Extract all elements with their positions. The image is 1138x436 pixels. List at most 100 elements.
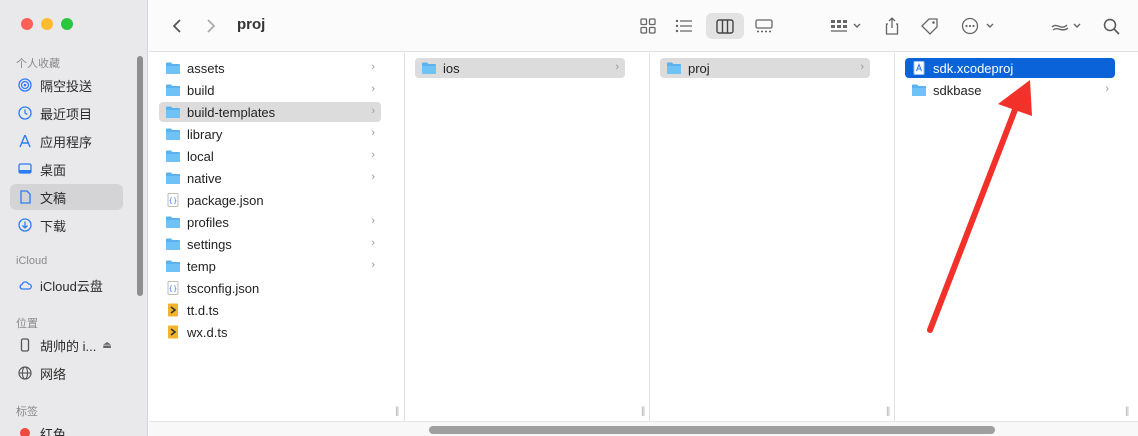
sidebar-item-label: 网络: [40, 366, 67, 382]
action-menu-button[interactable]: [959, 13, 999, 39]
column-resize-handle[interactable]: ||: [395, 406, 399, 417]
sidebar-item-label: 应用程序: [40, 134, 93, 150]
list-item[interactable]: ios ›: [415, 58, 625, 78]
ts-file-icon: [165, 303, 181, 317]
close-window-button[interactable]: [21, 18, 33, 30]
chevron-right-icon: ›: [371, 83, 375, 95]
column-4[interactable]: sdk.xcodeproj sdkbase › ||: [895, 53, 1138, 421]
search-icon: [1103, 18, 1120, 35]
sidebar-item-desktop[interactable]: 桌面: [10, 156, 123, 182]
chevron-right-icon: ›: [615, 61, 619, 73]
folder-icon: [165, 259, 181, 273]
sidebar-item-tag-red[interactable]: 红色: [10, 420, 123, 436]
sidebar-scrollbar[interactable]: [137, 56, 143, 296]
sidebar-item-label: 隔空投送: [40, 78, 93, 94]
zoom-window-button[interactable]: [61, 18, 73, 30]
column-2[interactable]: ios › ||: [405, 53, 650, 421]
list-item[interactable]: native ›: [159, 168, 381, 188]
chevron-right-icon: ›: [860, 61, 864, 73]
desktop-icon: [18, 162, 32, 176]
list-item[interactable]: local ›: [159, 146, 381, 166]
column-view-icon: [716, 18, 734, 34]
sidebar-item-icloud-drive[interactable]: iCloud云盘: [10, 272, 123, 298]
column-resize-handle[interactable]: ||: [641, 406, 645, 417]
chevron-right-icon: ›: [371, 61, 375, 73]
list-item[interactable]: build-templates ›: [159, 102, 381, 122]
cloud-icon: [18, 278, 32, 292]
sidebar-item-airdrop[interactable]: 隔空投送: [10, 72, 123, 98]
sidebar-item-applications[interactable]: 应用程序: [10, 128, 123, 154]
column-1[interactable]: assets › build › build-templates › library ›…: [149, 53, 405, 421]
sidebar-section-icloud: iCloud: [16, 255, 48, 267]
folder-icon: [165, 149, 181, 163]
chevron-right-icon: ›: [1105, 83, 1109, 95]
list-item[interactable]: wx.d.ts: [159, 322, 381, 342]
extension-button[interactable]: [1047, 13, 1087, 39]
folder-icon: [165, 237, 181, 251]
minimize-window-button[interactable]: [41, 18, 53, 30]
list-item[interactable]: temp ›: [159, 256, 381, 276]
forward-button[interactable]: [199, 13, 223, 39]
list-item[interactable]: {} tsconfig.json: [159, 278, 381, 298]
apps-icon: [18, 134, 32, 148]
column-resize-handle[interactable]: ||: [1125, 406, 1129, 417]
eject-icon[interactable]: ⏏: [102, 340, 111, 351]
folder-icon: [421, 61, 437, 75]
list-view-icon: [675, 19, 692, 33]
column-view-button[interactable]: [706, 13, 744, 39]
folder-icon: [165, 127, 181, 141]
list-item[interactable]: settings ›: [159, 234, 381, 254]
column-3[interactable]: proj › ||: [650, 53, 895, 421]
back-button[interactable]: [165, 13, 189, 39]
search-button[interactable]: [1099, 13, 1123, 39]
folder-icon: [165, 83, 181, 97]
group-by-button[interactable]: [827, 13, 865, 39]
list-item[interactable]: build ›: [159, 80, 381, 100]
json-file-icon: {}: [165, 281, 181, 295]
document-icon: [18, 190, 32, 204]
sidebar: 个人收藏 隔空投送 最近项目 应用程序 桌面 文稿 下载 iCloud iClo…: [0, 0, 148, 436]
column-resize-handle[interactable]: ||: [886, 406, 890, 417]
svg-text:{}: {}: [169, 197, 178, 205]
list-item[interactable]: assets ›: [159, 58, 381, 78]
list-item[interactable]: sdkbase ›: [905, 80, 1115, 100]
json-file-icon: {}: [165, 193, 181, 207]
column-browser: assets › build › build-templates › library ›…: [149, 53, 1138, 436]
chevron-right-icon: ›: [371, 127, 375, 139]
icon-view-button[interactable]: [634, 13, 662, 39]
sidebar-section-locations: 位置: [16, 318, 38, 330]
chevron-right-icon: ›: [371, 105, 375, 117]
tag-icon: [921, 18, 938, 35]
share-button[interactable]: [879, 13, 905, 39]
sidebar-section-tags: 标签: [16, 406, 38, 418]
group-icon: [831, 20, 861, 32]
list-item-selected[interactable]: sdk.xcodeproj: [905, 58, 1115, 78]
red-tag-icon: [20, 428, 30, 436]
tags-button[interactable]: [916, 13, 944, 39]
sidebar-item-documents[interactable]: 文稿: [10, 184, 123, 210]
network-icon: [18, 366, 32, 380]
sidebar-item-label: 桌面: [40, 162, 67, 178]
folder-icon: [165, 171, 181, 185]
list-item[interactable]: library ›: [159, 124, 381, 144]
horizontal-scrollbar-thumb[interactable]: [429, 426, 995, 434]
chevron-right-icon: ›: [371, 259, 375, 271]
list-view-button[interactable]: [669, 13, 699, 39]
list-item[interactable]: proj ›: [660, 58, 870, 78]
sidebar-item-downloads[interactable]: 下载: [10, 212, 123, 238]
window-title: proj: [237, 16, 266, 33]
window-controls: [21, 18, 73, 30]
sidebar-item-label: 红色: [40, 426, 67, 436]
gallery-view-button[interactable]: [749, 13, 779, 39]
sidebar-item-network[interactable]: 网络: [10, 360, 123, 386]
sidebar-item-recents[interactable]: 最近项目: [10, 100, 123, 126]
chevron-left-icon: [172, 19, 181, 33]
sidebar-item-device[interactable]: 胡帅的 i... ⏏: [10, 332, 123, 358]
sidebar-item-label: 下载: [40, 218, 67, 234]
sidebar-item-label: 最近项目: [40, 106, 93, 122]
list-item[interactable]: tt.d.ts: [159, 300, 381, 320]
airdrop-icon: [18, 78, 32, 92]
folder-icon: [911, 83, 927, 97]
list-item[interactable]: {} package.json: [159, 190, 381, 210]
list-item[interactable]: profiles ›: [159, 212, 381, 232]
